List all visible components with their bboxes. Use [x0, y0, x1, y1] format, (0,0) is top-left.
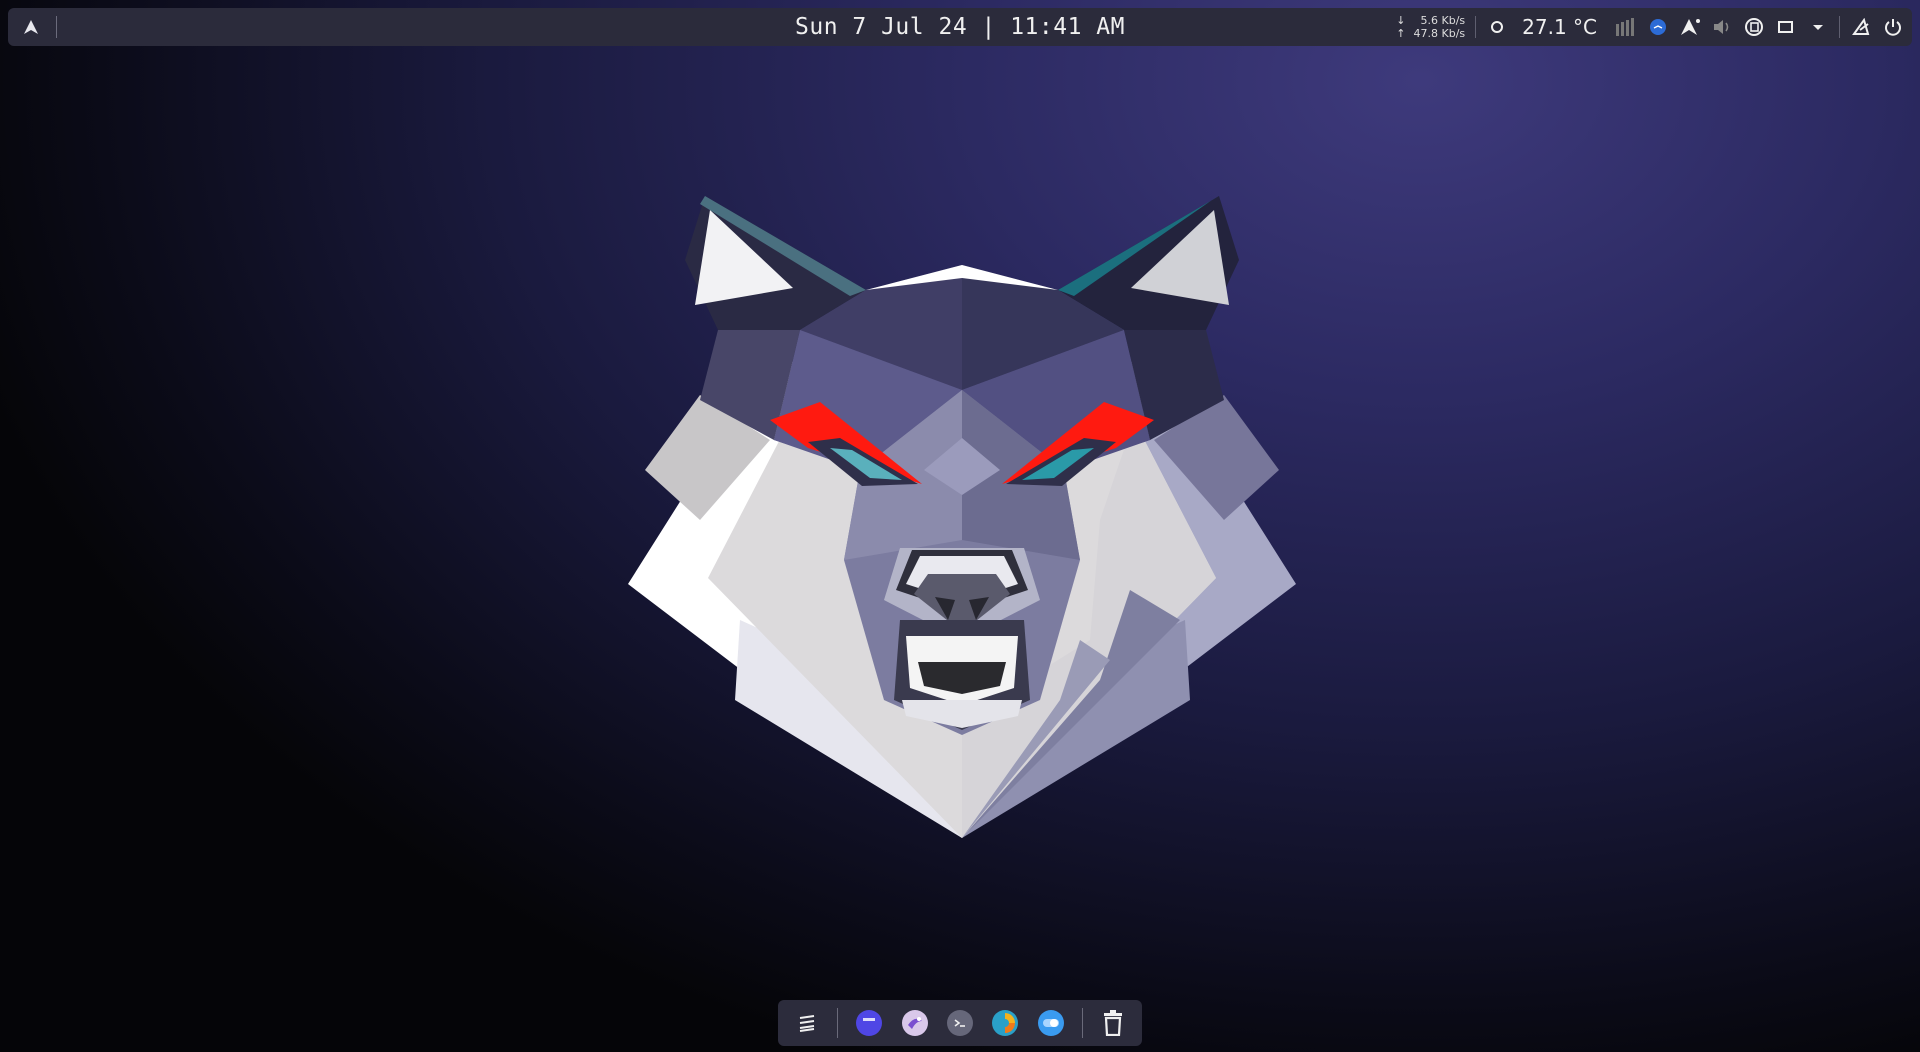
tray-separator — [1475, 16, 1477, 38]
dock-separator — [837, 1008, 839, 1038]
dock-separator-2 — [1081, 1008, 1083, 1038]
trash-icon[interactable] — [1099, 1008, 1128, 1038]
memory-icon[interactable] — [1615, 16, 1637, 38]
temperature-readout[interactable]: 27.1 °C — [1522, 15, 1597, 39]
cpu-ring-icon[interactable] — [1486, 16, 1508, 38]
email-client-icon[interactable] — [900, 1008, 929, 1038]
power-icon[interactable] — [1882, 16, 1904, 38]
dropdown-icon[interactable] — [1807, 16, 1829, 38]
clipboard-icon[interactable] — [1743, 16, 1765, 38]
download-arrow: ↓ — [1396, 14, 1406, 27]
terminal-icon[interactable] — [945, 1008, 974, 1038]
top-panel: Sun 7 Jul 24 | 11:41 AM ↓ 5.6 Kb/s ↑ 47.8 … — [8, 8, 1912, 46]
upload-arrow: ↑ — [1396, 27, 1406, 40]
arch-update-icon[interactable] — [1679, 16, 1701, 38]
volume-icon[interactable] — [1711, 16, 1733, 38]
download-rate: 5.6 Kb/s — [1420, 14, 1466, 27]
tray-separator-2 — [1839, 16, 1840, 38]
app-indicator-icon[interactable] — [1647, 16, 1669, 38]
settings-icon[interactable] — [1850, 16, 1872, 38]
system-tray: ↓ 5.6 Kb/s ↑ 47.8 Kb/s 27.1 °C — [1396, 8, 1904, 46]
network-speed: ↓ 5.6 Kb/s ↑ 47.8 Kb/s — [1396, 14, 1465, 40]
browser-icon[interactable] — [991, 1008, 1020, 1038]
display-icon[interactable] — [1775, 16, 1797, 38]
upload-rate: 47.8 Kb/s — [1413, 27, 1466, 40]
dock — [778, 1000, 1142, 1046]
toggle-app-icon[interactable] — [1036, 1008, 1065, 1038]
app-grid-icon[interactable] — [792, 1008, 821, 1038]
files-icon[interactable] — [854, 1008, 883, 1038]
wolf-wallpaper — [628, 196, 1296, 838]
